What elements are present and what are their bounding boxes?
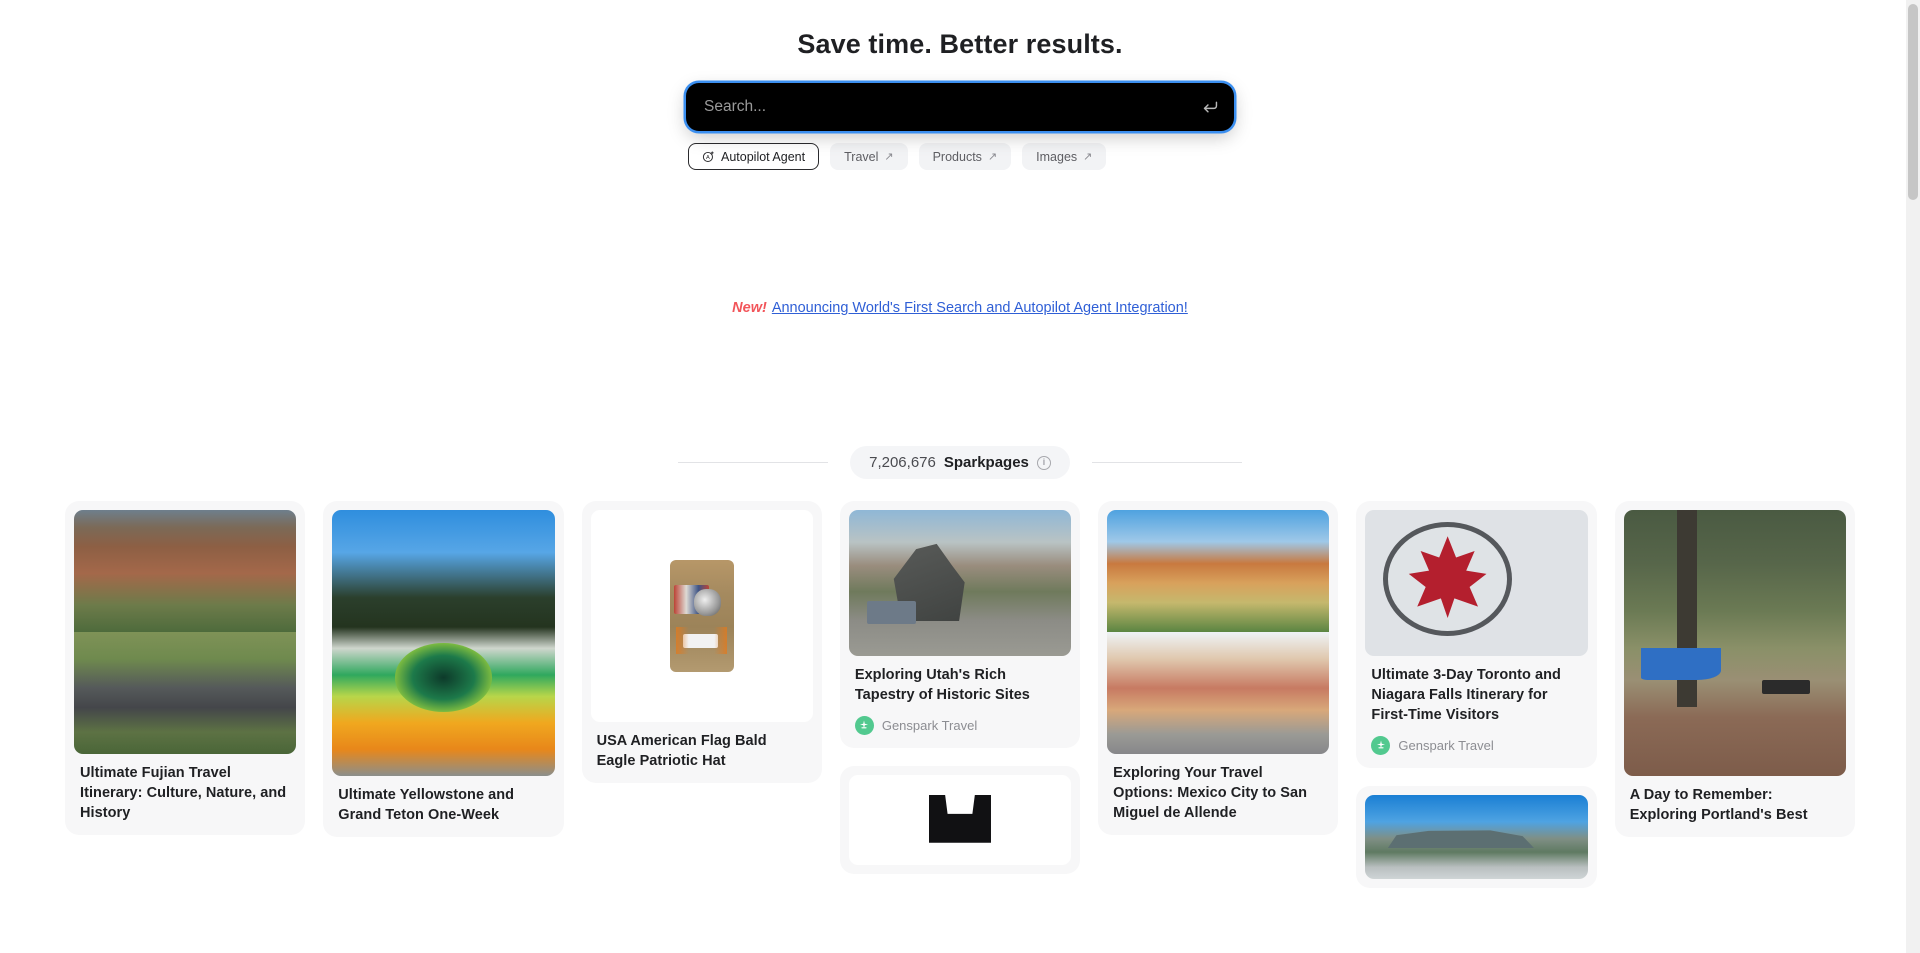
- chip-products[interactable]: Products ↗: [918, 143, 1012, 170]
- card-black-garment[interactable]: [839, 765, 1081, 874]
- search-input[interactable]: [686, 98, 1234, 116]
- card-source[interactable]: Genspark Travel: [1365, 728, 1587, 759]
- split-sanmiguel-church-street: [1107, 510, 1330, 754]
- grid-column: Ultimate Fujian Travel Itinerary: Cultur…: [65, 501, 306, 835]
- utah-equestrian-monument: [848, 510, 1072, 656]
- autopilot-agent-icon: A: [702, 150, 715, 163]
- card-title: USA American Flag Bald Eagle Patriotic H…: [596, 733, 767, 769]
- grid-column: Ultimate Yellowstone and Grand Teton One…: [323, 501, 564, 837]
- yellowstone-morning-glory-pool: [332, 510, 555, 776]
- card-toronto[interactable]: Ultimate 3-Day Toronto and Niagara Falls…: [1356, 501, 1597, 768]
- cape-town-table-mountain: [1365, 794, 1588, 879]
- card-yellowstone[interactable]: Ultimate Yellowstone and Grand Teton One…: [323, 501, 564, 837]
- sparkpages-count: 7,206,676: [869, 454, 936, 471]
- chip-label: Travel: [844, 149, 879, 164]
- camo-eagle-cap: [590, 510, 813, 722]
- sparkpages-divider: 7,206,676 Sparkpages i: [0, 446, 1920, 479]
- split-town-tulou: [74, 510, 297, 754]
- source-name: Genspark Travel: [1398, 737, 1494, 753]
- genspark-logo-icon: [854, 715, 874, 735]
- scrollbar-thumb[interactable]: [1908, 4, 1918, 200]
- svg-text:A: A: [706, 155, 710, 161]
- grid-column: Ultimate 3-Day Toronto and Niagara Falls…: [1356, 501, 1597, 888]
- info-icon[interactable]: i: [1036, 455, 1051, 470]
- filter-chips: A Autopilot Agent Travel ↗ Products ↗ Im…: [686, 143, 1234, 170]
- search-bar[interactable]: [686, 83, 1234, 131]
- chip-images[interactable]: Images ↗: [1022, 143, 1107, 170]
- grid-column: Exploring Your Travel Options: Mexico Ci…: [1098, 501, 1339, 835]
- search-area: [0, 83, 1920, 131]
- card-title: A Day to Remember: Exploring Portland's …: [1629, 787, 1808, 823]
- enter-return-icon[interactable]: [1196, 93, 1224, 121]
- chip-label: Autopilot Agent: [721, 149, 806, 164]
- chip-travel[interactable]: Travel ↗: [830, 143, 908, 170]
- genspark-logo-icon: [1371, 735, 1391, 755]
- sparkpages-grid: Ultimate Fujian Travel Itinerary: Cultur…: [0, 479, 1920, 888]
- card-usa-hat[interactable]: USA American Flag Bald Eagle Patriotic H…: [581, 501, 822, 783]
- page-title: Save time. Better results.: [797, 29, 1123, 59]
- card-cape-town[interactable]: [1356, 785, 1597, 888]
- external-arrow-icon: ↗: [987, 151, 998, 163]
- announcement-banner: New! Announcing World's First Search and …: [0, 300, 1920, 316]
- card-portland[interactable]: A Day to Remember: Exploring Portland's …: [1614, 501, 1855, 837]
- announcement-link[interactable]: Announcing World's First Search and Auto…: [772, 300, 1188, 316]
- sparkpages-counter[interactable]: 7,206,676 Sparkpages i: [850, 446, 1070, 479]
- divider-left: [678, 462, 829, 463]
- card-title: Exploring Your Travel Options: Mexico Ci…: [1113, 765, 1308, 821]
- card-mexico[interactable]: Exploring Your Travel Options: Mexico Ci…: [1098, 501, 1339, 835]
- black-garment: [848, 774, 1072, 865]
- grid-column: A Day to Remember: Exploring Portland's …: [1614, 501, 1855, 837]
- grid-column: Exploring Utah's Rich Tapestry of Histor…: [839, 501, 1081, 874]
- portland-playground-park: [1623, 510, 1846, 776]
- card-utah[interactable]: Exploring Utah's Rich Tapestry of Histor…: [839, 501, 1081, 748]
- chip-label: Products: [932, 149, 982, 164]
- tim-hortons-sign-toronto: [1365, 510, 1588, 656]
- card-title: Ultimate 3-Day Toronto and Niagara Falls…: [1371, 667, 1561, 723]
- chip-autopilot-agent[interactable]: A Autopilot Agent: [688, 143, 820, 170]
- source-name: Genspark Travel: [881, 717, 978, 733]
- card-source[interactable]: Genspark Travel: [849, 708, 1071, 739]
- grid-column: USA American Flag Bald Eagle Patriotic H…: [581, 501, 822, 783]
- card-title: Exploring Utah's Rich Tapestry of Histor…: [854, 667, 1030, 703]
- divider-right: [1091, 462, 1242, 463]
- external-arrow-icon: ↗: [1083, 151, 1093, 163]
- chip-label: Images: [1036, 149, 1078, 164]
- genspark-home-page: Save time. Better results. A Autopilo: [0, 0, 1920, 953]
- card-fujian[interactable]: Ultimate Fujian Travel Itinerary: Cultur…: [65, 501, 306, 835]
- card-title: Ultimate Yellowstone and Grand Teton One…: [338, 787, 515, 823]
- card-title: Ultimate Fujian Travel Itinerary: Cultur…: [80, 765, 287, 821]
- sparkpages-label: Sparkpages: [943, 454, 1029, 471]
- external-arrow-icon: ↗: [884, 151, 894, 163]
- page-scrollbar[interactable]: [1906, 0, 1920, 953]
- new-badge: New!: [732, 300, 767, 316]
